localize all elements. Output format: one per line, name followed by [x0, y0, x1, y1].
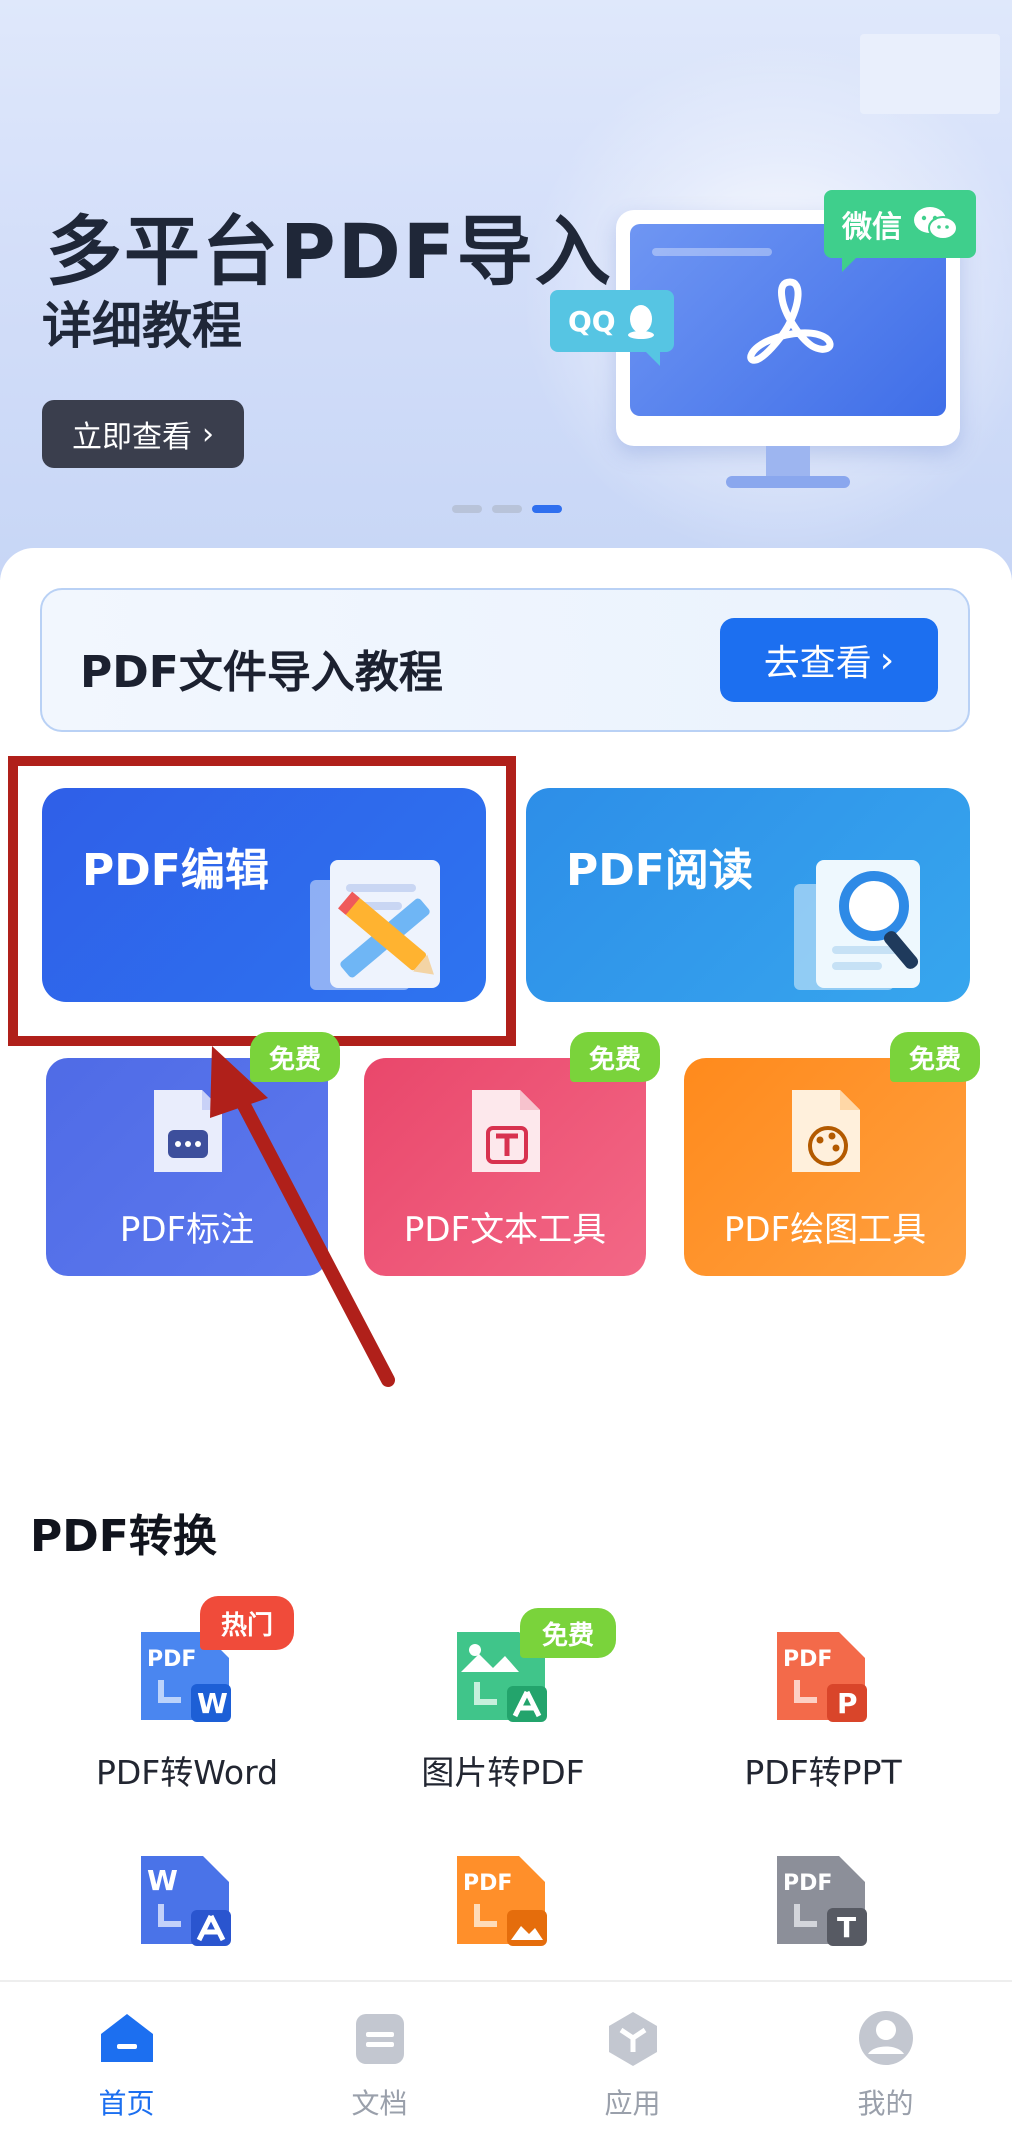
- svg-text:W: W: [197, 1687, 228, 1720]
- palette-doc-icon: [792, 1090, 860, 1172]
- pdf-to-image-icon: PDF: [457, 1856, 547, 1946]
- carousel-dot: [492, 505, 522, 513]
- bottom-navigation: 首页 文档 应用 我的: [0, 1980, 1012, 2132]
- qq-penguin-icon: [627, 305, 654, 339]
- carousel-dot: [452, 505, 482, 513]
- annotate-doc-icon: [154, 1090, 222, 1172]
- carousel-indicator: [452, 505, 562, 513]
- hot-badge: 热门: [200, 1596, 294, 1650]
- nav-item-home[interactable]: 首页: [0, 1982, 253, 2132]
- word-to-pdf-item[interactable]: W: [62, 1852, 312, 1952]
- carousel-dot-active: [532, 505, 562, 513]
- chevron-right-icon: ›: [202, 416, 214, 452]
- nav-item-apps[interactable]: 应用: [506, 1982, 759, 2132]
- document-icon: [355, 2014, 404, 2064]
- nav-item-documents[interactable]: 文档: [253, 1982, 506, 2132]
- wechat-bubble: 微信: [824, 190, 976, 272]
- qq-label: QQ: [568, 304, 616, 338]
- nav-item-profile[interactable]: 我的: [759, 1982, 1012, 2132]
- pdf-draw-tool-label: PDF绘图工具: [723, 1210, 927, 1250]
- pdf-to-ppt-item[interactable]: PDF P PDF转PPT: [698, 1628, 948, 1794]
- qq-bubble: QQ: [550, 290, 674, 366]
- tutorial-label: PDF文件导入教程: [80, 647, 443, 698]
- pdf-annotate-label: PDF标注: [119, 1210, 255, 1250]
- svg-text:PDF: PDF: [463, 1871, 512, 1896]
- pdf-text-tool-card[interactable]: PDF文本工具: [364, 1058, 646, 1276]
- nav-home-label: 首页: [98, 2087, 155, 2120]
- profile-icon: [858, 2011, 913, 2065]
- apps-cube-icon: [608, 2012, 657, 2066]
- text-doc-icon: [472, 1090, 540, 1172]
- home-icon: [100, 2014, 153, 2062]
- free-badge: 免费: [520, 1608, 616, 1658]
- svg-text:P: P: [837, 1687, 858, 1720]
- pdf-annotate-card[interactable]: PDF标注: [46, 1058, 328, 1276]
- pdf-draw-tool-card[interactable]: PDF绘图工具: [684, 1058, 966, 1276]
- pdf-to-word-item[interactable]: PDF W PDF转Word: [62, 1628, 312, 1794]
- pdf-to-text-item[interactable]: PDF T: [698, 1852, 948, 1952]
- pdf-to-ppt-label: PDF转PPT: [744, 1753, 902, 1792]
- import-tutorial-card[interactable]: PDF文件导入教程 去查看 ›: [40, 588, 970, 732]
- highlight-frame: [8, 756, 516, 1046]
- go-view-button[interactable]: 去查看 ›: [720, 618, 938, 702]
- section-title-pdf-conversion: PDF转换: [30, 1511, 217, 1562]
- nav-profile-label: 我的: [857, 2087, 914, 2120]
- svg-text:T: T: [837, 1911, 856, 1944]
- go-view-label: 去查看: [763, 643, 872, 684]
- view-now-label: 立即查看: [72, 420, 192, 455]
- free-badge: 免费: [570, 1032, 660, 1082]
- pdf-logo-icon: [747, 278, 834, 364]
- pdf-read-label: PDF阅读: [566, 845, 753, 896]
- svg-text:PDF: PDF: [147, 1647, 196, 1672]
- word-to-pdf-icon: W: [141, 1856, 231, 1946]
- pdf-to-ppt-icon: PDF P: [777, 1632, 867, 1722]
- banner-subtitle: 详细教程: [42, 297, 242, 355]
- pdf-to-word-label: PDF转Word: [95, 1753, 279, 1792]
- wechat-label: 微信: [842, 210, 902, 245]
- pdf-to-text-icon: PDF T: [777, 1856, 867, 1946]
- view-now-button[interactable]: 立即查看 ›: [42, 400, 244, 468]
- image-to-pdf-label: 图片转PDF: [421, 1753, 585, 1792]
- pdf-to-image-item[interactable]: PDF: [378, 1852, 628, 1952]
- wechat-icon: [914, 207, 958, 240]
- chevron-right-icon: ›: [879, 639, 895, 681]
- pdf-text-tool-label: PDF文本工具: [403, 1210, 607, 1250]
- nav-apps-label: 应用: [604, 2087, 661, 2120]
- pdf-read-card[interactable]: PDF阅读: [526, 788, 970, 1002]
- svg-text:W: W: [147, 1864, 178, 1897]
- free-badge: 免费: [890, 1032, 980, 1082]
- svg-text:PDF: PDF: [783, 1871, 832, 1896]
- nav-documents-label: 文档: [351, 2087, 408, 2120]
- read-magnifier-icon: [794, 860, 920, 990]
- svg-text:PDF: PDF: [783, 1647, 832, 1672]
- free-badge: 免费: [250, 1032, 340, 1082]
- banner-top-strip: [860, 34, 1000, 114]
- banner-title: 多平台PDF导入: [46, 207, 613, 296]
- promo-banner[interactable]: 多平台PDF导入 详细教程 立即查看 › QQ 微信: [0, 0, 1012, 580]
